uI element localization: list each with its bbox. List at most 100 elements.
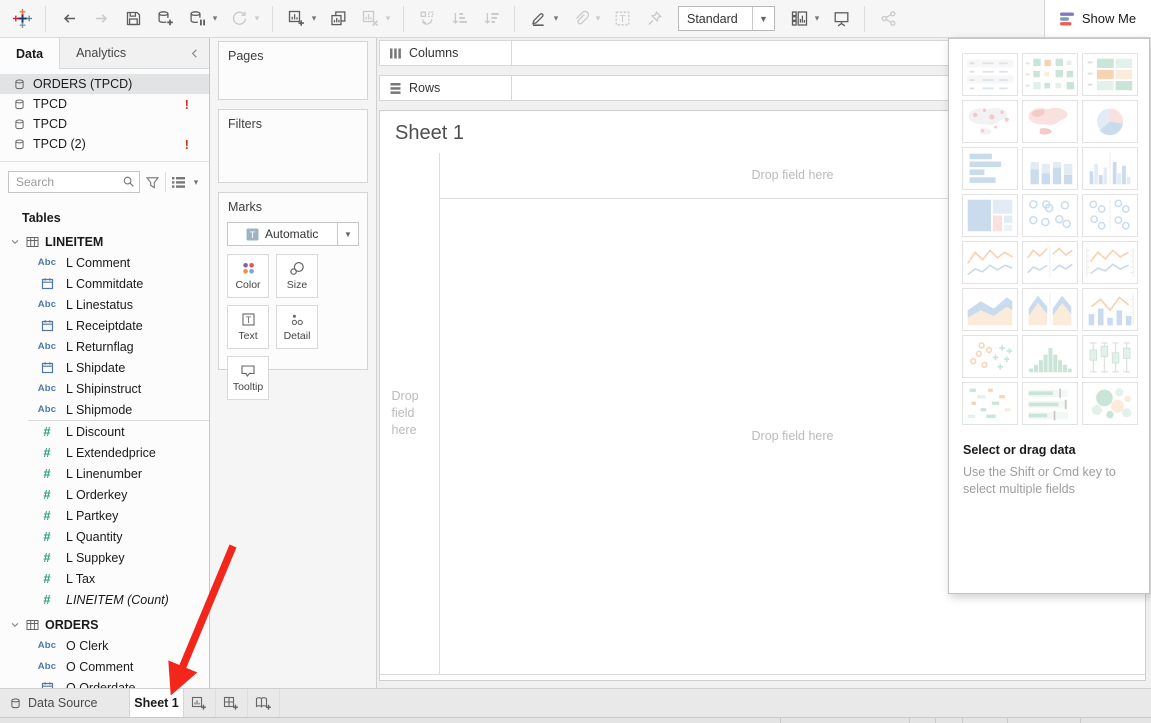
showme-pie-chart-thumbnail[interactable] xyxy=(1082,100,1138,143)
showme-gantt-thumbnail[interactable] xyxy=(962,382,1018,425)
chevron-down-icon[interactable]: ▾ xyxy=(551,13,561,24)
refresh-data-button[interactable]: ▾ xyxy=(226,6,262,32)
sheet-tab-sheet1[interactable]: Sheet 1 xyxy=(130,689,184,717)
color-button[interactable]: Color xyxy=(227,254,269,298)
size-button[interactable]: Size xyxy=(276,254,318,298)
field-o-comment[interactable]: AbcO Comment xyxy=(0,656,209,677)
chevron-down-icon[interactable]: ▾ xyxy=(210,13,220,24)
chevron-down-icon[interactable] xyxy=(10,237,20,247)
field-l-receiptdate[interactable]: L Receiptdate xyxy=(0,315,209,336)
chevron-down-icon[interactable]: ▼ xyxy=(337,223,358,245)
view-options-icon[interactable] xyxy=(171,176,186,189)
field-l-linenumber[interactable]: #L Linenumber xyxy=(0,463,209,484)
tab-analytics[interactable]: Analytics xyxy=(60,38,142,68)
data-source-item[interactable]: ORDERS (TPCD) xyxy=(0,74,209,94)
data-source-item[interactable]: TPCD xyxy=(0,114,209,134)
sort-descending-button[interactable] xyxy=(478,6,504,32)
field-o-clerk[interactable]: AbcO Clerk xyxy=(0,635,209,656)
field-l-shipdate[interactable]: L Shipdate xyxy=(0,357,209,378)
new-worksheet-tab-button[interactable] xyxy=(184,689,216,717)
showme-stacked-bars-thumbnail[interactable] xyxy=(1022,147,1078,190)
show-me-button[interactable]: Show Me xyxy=(1044,0,1151,37)
showme-scatter-plot-thumbnail[interactable] xyxy=(962,335,1018,378)
showme-heat-map-thumbnail[interactable] xyxy=(1022,53,1078,96)
field-l-tax[interactable]: #L Tax xyxy=(0,568,209,589)
data-source-tab[interactable]: Data Source xyxy=(0,689,130,717)
search-input[interactable] xyxy=(8,171,140,193)
pause-data-updates-button[interactable]: ▾ xyxy=(184,6,220,32)
filter-fields-icon[interactable] xyxy=(145,175,160,190)
field-l-suppkey[interactable]: #L Suppkey xyxy=(0,547,209,568)
mark-type-dropdown[interactable]: T Automatic ▼ xyxy=(227,222,359,246)
showme-side-by-side-bars-thumbnail[interactable] xyxy=(1082,147,1138,190)
field-l-orderkey[interactable]: #L Orderkey xyxy=(0,484,209,505)
showme-area-discrete-thumbnail[interactable] xyxy=(1022,288,1078,331)
collapse-pane-button[interactable] xyxy=(188,38,209,68)
text-button[interactable]: TText xyxy=(227,305,269,349)
presentation-mode-button[interactable] xyxy=(828,6,854,32)
field-lineitem-count[interactable]: #LINEITEM (Count) xyxy=(0,589,209,610)
sort-ascending-button[interactable] xyxy=(446,6,472,32)
showme-circle-views-thumbnail[interactable] xyxy=(1022,194,1078,237)
field-l-comment[interactable]: AbcL Comment xyxy=(0,252,209,273)
chevron-down-icon[interactable]: ▾ xyxy=(593,13,603,24)
showme-treemap-thumbnail[interactable] xyxy=(962,194,1018,237)
chevron-down-icon[interactable]: ▾ xyxy=(191,177,201,188)
fix-axes-button[interactable] xyxy=(641,6,667,32)
group-members-button[interactable]: ▾ xyxy=(567,6,603,32)
showme-packed-bubbles-thumbnail[interactable] xyxy=(1082,382,1138,425)
field-l-quantity[interactable]: #L Quantity xyxy=(0,526,209,547)
clear-sheet-button[interactable]: ▾ xyxy=(357,6,393,32)
fit-dropdown[interactable]: Standard▼ xyxy=(678,6,775,31)
field-l-commitdate[interactable]: L Commitdate xyxy=(0,273,209,294)
field-l-shipinstruct[interactable]: AbcL Shipinstruct xyxy=(0,378,209,399)
tab-data[interactable]: Data xyxy=(0,38,60,69)
tooltip-button[interactable]: Tooltip xyxy=(227,356,269,400)
save-button[interactable] xyxy=(120,6,146,32)
field-o-orderdate[interactable]: O Orderdate xyxy=(0,677,209,688)
chevron-down-icon[interactable]: ▾ xyxy=(812,13,822,24)
share-button[interactable] xyxy=(875,6,901,32)
showme-text-table-thumbnail[interactable] xyxy=(962,53,1018,96)
redo-button[interactable] xyxy=(88,6,114,32)
duplicate-sheet-button[interactable] xyxy=(325,6,351,32)
field-l-discount[interactable]: #L Discount xyxy=(0,421,209,442)
showme-lines-discrete-thumbnail[interactable] xyxy=(1022,241,1078,284)
show-mark-labels-button[interactable]: T xyxy=(609,6,635,32)
new-data-source-button[interactable] xyxy=(152,6,178,32)
showme-bullet-graph-thumbnail[interactable] xyxy=(1022,382,1078,425)
detail-button[interactable]: Detail xyxy=(276,305,318,349)
showme-highlight-table-thumbnail[interactable] xyxy=(1082,53,1138,96)
pages-shelf[interactable]: Pages xyxy=(218,41,368,100)
chevron-down-icon[interactable]: ▾ xyxy=(383,13,393,24)
showme-lines-continuous-thumbnail[interactable] xyxy=(962,241,1018,284)
rows-drop-zone[interactable]: Drop field here xyxy=(380,153,440,674)
show-hide-cards-button[interactable]: ▾ xyxy=(786,6,822,32)
showme-horizontal-bars-thumbnail[interactable] xyxy=(962,147,1018,190)
field-l-linestatus[interactable]: AbcL Linestatus xyxy=(0,294,209,315)
table-group-orders[interactable]: ORDERS xyxy=(0,614,209,635)
chevron-down-icon[interactable]: ▾ xyxy=(252,13,262,24)
swap-rows-columns-button[interactable] xyxy=(414,6,440,32)
filters-shelf[interactable]: Filters xyxy=(218,109,368,183)
showme-side-by-side-circles-thumbnail[interactable] xyxy=(1082,194,1138,237)
new-story-tab-button[interactable] xyxy=(248,689,280,717)
showme-area-continuous-thumbnail[interactable] xyxy=(962,288,1018,331)
field-l-returnflag[interactable]: AbcL Returnflag xyxy=(0,336,209,357)
new-worksheet-button[interactable]: ▾ xyxy=(283,6,319,32)
data-source-item[interactable]: TPCD (2) ! xyxy=(0,134,209,154)
showme-dual-lines-thumbnail[interactable] xyxy=(1082,241,1138,284)
showme-symbol-map-thumbnail[interactable] xyxy=(962,100,1018,143)
showme-box-and-whisker-thumbnail[interactable] xyxy=(1082,335,1138,378)
field-l-extendedprice[interactable]: #L Extendedprice xyxy=(0,442,209,463)
undo-button[interactable] xyxy=(56,6,82,32)
new-dashboard-tab-button[interactable] xyxy=(216,689,248,717)
data-source-item[interactable]: TPCD ! xyxy=(0,94,209,114)
showme-histogram-thumbnail[interactable] xyxy=(1022,335,1078,378)
showme-dual-combination-thumbnail[interactable] xyxy=(1082,288,1138,331)
field-l-shipmode[interactable]: AbcL Shipmode xyxy=(28,399,209,421)
chevron-down-icon[interactable] xyxy=(10,620,20,630)
field-l-partkey[interactable]: #L Partkey xyxy=(0,505,209,526)
table-group-lineitem[interactable]: LINEITEM xyxy=(0,231,209,252)
chevron-down-icon[interactable]: ▾ xyxy=(309,13,319,24)
